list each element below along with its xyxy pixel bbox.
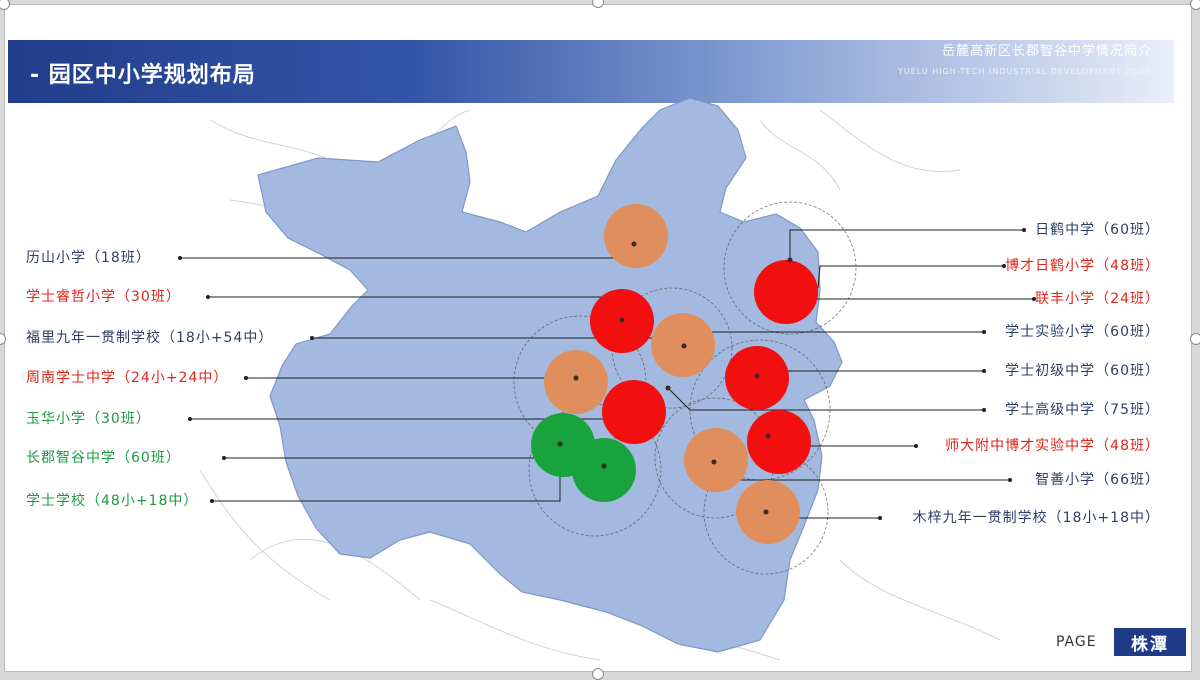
school-label-fuli-nine-year-school: 福里九年一贯制学校（18小+54中） xyxy=(26,330,274,346)
marker-xueshi-senior-high xyxy=(602,380,666,444)
school-label-lianfeng-primary: 联丰小学（24班） xyxy=(1035,291,1160,307)
school-label-yuhua-primary: 玉华小学（30班） xyxy=(26,411,151,427)
school-label-xueshi-senior-high: 学士高级中学（75班） xyxy=(1005,402,1160,418)
school-label-xueshi-junior-middle: 学士初级中学（60班） xyxy=(1005,363,1160,379)
marker-changjun-zhigu-middle xyxy=(572,438,636,502)
school-label-bocai-rihe-primary: 博才日鹤小学（48班） xyxy=(1005,258,1160,274)
marker-zhishan-primary xyxy=(684,428,748,492)
school-label-xueshi-school: 学士学校（48小+18中） xyxy=(26,493,199,509)
brand-logo: 株潭 xyxy=(1114,628,1186,656)
school-label-bocai-experimental-middle: 师大附中博才实验中学（48班） xyxy=(945,438,1160,454)
school-label-rihe-middle: 日鹤中学（60班） xyxy=(1035,222,1160,238)
school-label-zhounan-xueshi-middle: 周南学士中学（24小+24中） xyxy=(26,370,229,386)
marker-zhounan-xueshi-middle xyxy=(544,350,608,414)
marker-shihe-primary xyxy=(754,260,818,324)
school-label-xueshi-ruizhe-primary: 学士睿哲小学（30班） xyxy=(26,289,181,305)
school-label-xueshi-experimental-primary: 学士实验小学（60班） xyxy=(1005,324,1160,340)
school-label-lishan-primary: 历山小学（18班） xyxy=(26,250,151,266)
screenshot-frame: - 园区中小学规划布局 岳麓高新区长郡智谷中学情况简介 YUELU HIGH-T… xyxy=(0,0,1200,680)
school-label-muzi-nine-year-school: 木梓九年一贯制学校（18小+18中） xyxy=(912,510,1160,526)
marker-lishan-primary xyxy=(604,204,668,268)
page-indicator: PAGE xyxy=(1056,634,1097,650)
school-label-zhishan-primary: 智善小学（66班） xyxy=(1035,472,1160,488)
school-label-changjun-zhigu-middle: 长郡智谷中学（60班） xyxy=(26,450,181,466)
marker-bocai-experimental-middle xyxy=(747,410,811,474)
